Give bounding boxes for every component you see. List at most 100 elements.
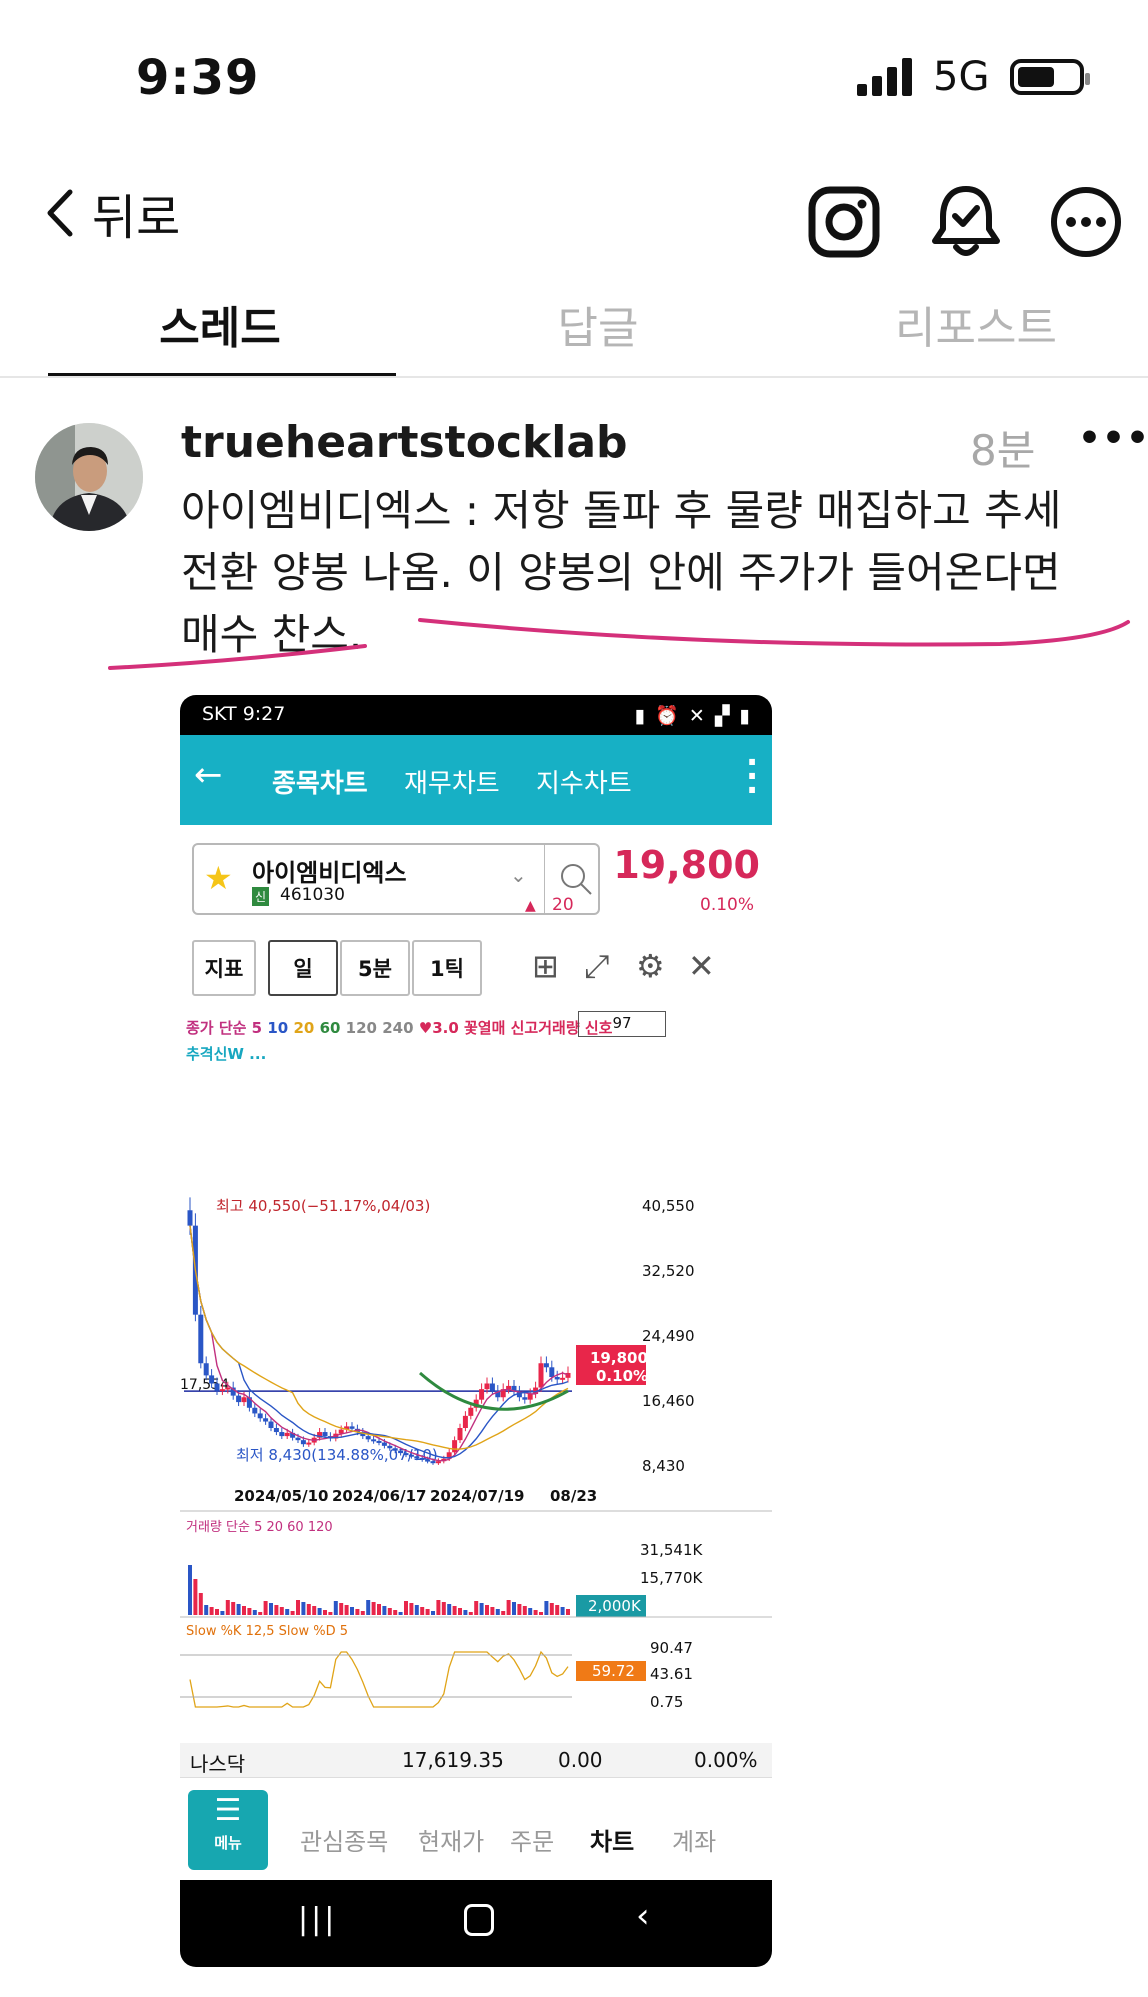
volume-bar [366,1600,371,1615]
network-label: 5G [933,54,990,100]
menu-chart[interactable]: 차트 [590,1822,634,1857]
volume-bar [398,1612,403,1615]
more-circle-icon [1051,187,1121,257]
volume-bar [323,1610,327,1615]
stoch-tick: 43.61 [650,1665,693,1683]
back-button[interactable]: 뒤로 [44,178,180,248]
date-tick: 2024/06/17 [332,1487,426,1505]
tab-index-chart[interactable]: 지수차트 [536,763,632,800]
menu-account[interactable]: 계좌 [672,1822,716,1857]
signal-icon [857,58,912,96]
recent-apps-icon[interactable]: ||| [298,1902,337,1937]
notification-button[interactable] [914,170,1018,274]
date-tick: 2024/05/10 [234,1487,328,1505]
more-options-button[interactable] [1034,170,1138,274]
star-icon[interactable]: ★ [204,859,233,897]
tools-icon[interactable]: ✕ [688,947,715,985]
volume-bar [225,1600,230,1615]
candle [484,1383,490,1390]
tab-financial-chart[interactable]: 재무차트 [404,763,500,800]
volume-bar [279,1607,284,1615]
chart-legend: 종가 단순 5 10 20 60 120 240 ♥3.0 꽃열매 신고거래량 … [186,1019,613,1037]
moving-average-line [189,1225,569,1459]
post-username[interactable]: trueheartstocklab [181,417,628,468]
profile-photo [35,423,143,531]
volume-bar [393,1610,398,1615]
volume-bar [479,1603,484,1615]
menu-order[interactable]: 주문 [510,1822,554,1857]
candle [468,1407,474,1416]
candle [392,1448,398,1451]
volume-bar [463,1610,468,1615]
embedded-system-nav: ||| ‹ [180,1880,772,1967]
volume-bar [328,1612,333,1615]
current-price-value: 19,800 [590,1349,648,1367]
tab-replies[interactable]: 답글 [428,292,768,356]
stock-search-box[interactable]: ★ 아이엠비디엑스 신 461030 ⌄ [192,843,600,915]
candle [425,1459,431,1462]
volume-bar [458,1608,462,1615]
date-tick: 2024/07/19 [430,1487,524,1505]
nasdaq-row: 나스닥 17,619.35 0.00 0.00% [180,1743,772,1777]
candle [268,1421,274,1429]
nasdaq-pct: 0.00% [694,1748,758,1772]
tab-reposts[interactable]: 리포스트 [806,292,1146,356]
back-nav-icon[interactable]: ‹ [636,1896,650,1936]
period-tick-button[interactable]: 1틱 [412,940,482,996]
menu-watchlist[interactable]: 관심종목 [300,1822,388,1857]
volume-bar [296,1600,300,1615]
embedded-status-icons: ▮ ⏰ ✕ ▞ ▮ [634,705,752,727]
candle [430,1461,436,1464]
embedded-screenshot[interactable]: SKT 9:27 ▮ ⏰ ✕ ▞ ▮ ← 종목차트 재무차트 지수차트 · · · … [180,695,772,1967]
current-price-pct: 0.10% [596,1367,648,1385]
status-time: 9:39 [136,50,260,106]
volume-bar [382,1606,387,1615]
expand-icon[interactable]: ⤢ [584,947,610,986]
stock-price: 19,800 [613,843,760,887]
period-day-button[interactable]: 일 [268,940,338,996]
volume-bar [414,1605,419,1615]
home-icon[interactable] [464,1904,494,1936]
candle [187,1210,193,1226]
candle [527,1394,533,1400]
arrow-left-icon[interactable]: ← [194,755,223,795]
stoch-k-line [189,1650,569,1708]
volume-bar [544,1601,549,1615]
grid-layout-icon[interactable]: ⊞ [532,947,559,985]
menu-button[interactable]: ☰ 메뉴 [188,1790,268,1870]
kebab-icon[interactable]: · · · [746,746,758,806]
price-chart[interactable]: 40,55032,52024,49016,4608,43017,554최고 40… [180,1055,772,1777]
tab-stock-chart[interactable]: 종목차트 [272,763,368,800]
volume-bar [306,1604,311,1615]
volume-bar [258,1612,263,1615]
price-axis-tick: 8,430 [642,1457,685,1475]
volume-bar [387,1608,392,1615]
period-5min-button[interactable]: 5분 [340,940,410,996]
chevron-down-icon[interactable]: ⌄ [510,863,527,887]
candle [209,1375,215,1384]
volume-bar [549,1603,554,1615]
gear-icon[interactable]: ⚙ [636,947,665,985]
volume-legend: 거래량 단순 5 20 60 120 [186,1520,333,1535]
volume-bar [425,1609,430,1615]
volume-bar [409,1603,414,1615]
search-icon[interactable] [558,861,594,897]
volume-bar [501,1611,506,1615]
volume-tick: 31,541K [640,1541,703,1559]
volume-bar [242,1606,246,1615]
price-axis-tick: 32,520 [642,1262,695,1280]
avatar[interactable] [35,423,143,531]
stock-name: 아이엠비디엑스 [252,859,407,887]
post-more-button[interactable]: ••• [1078,418,1148,459]
volume-bar [193,1579,198,1615]
volume-bar [490,1607,495,1615]
volume-bar [290,1611,295,1615]
menu-quote[interactable]: 현재가 [418,1822,484,1857]
volume-bar [441,1602,446,1615]
candle [279,1432,285,1437]
indicator-button[interactable]: 지표 [192,940,256,996]
candle [419,1457,425,1460]
tab-threads[interactable]: 스레드 [50,292,390,356]
instagram-button[interactable] [792,170,896,274]
volume-bar [231,1602,236,1615]
